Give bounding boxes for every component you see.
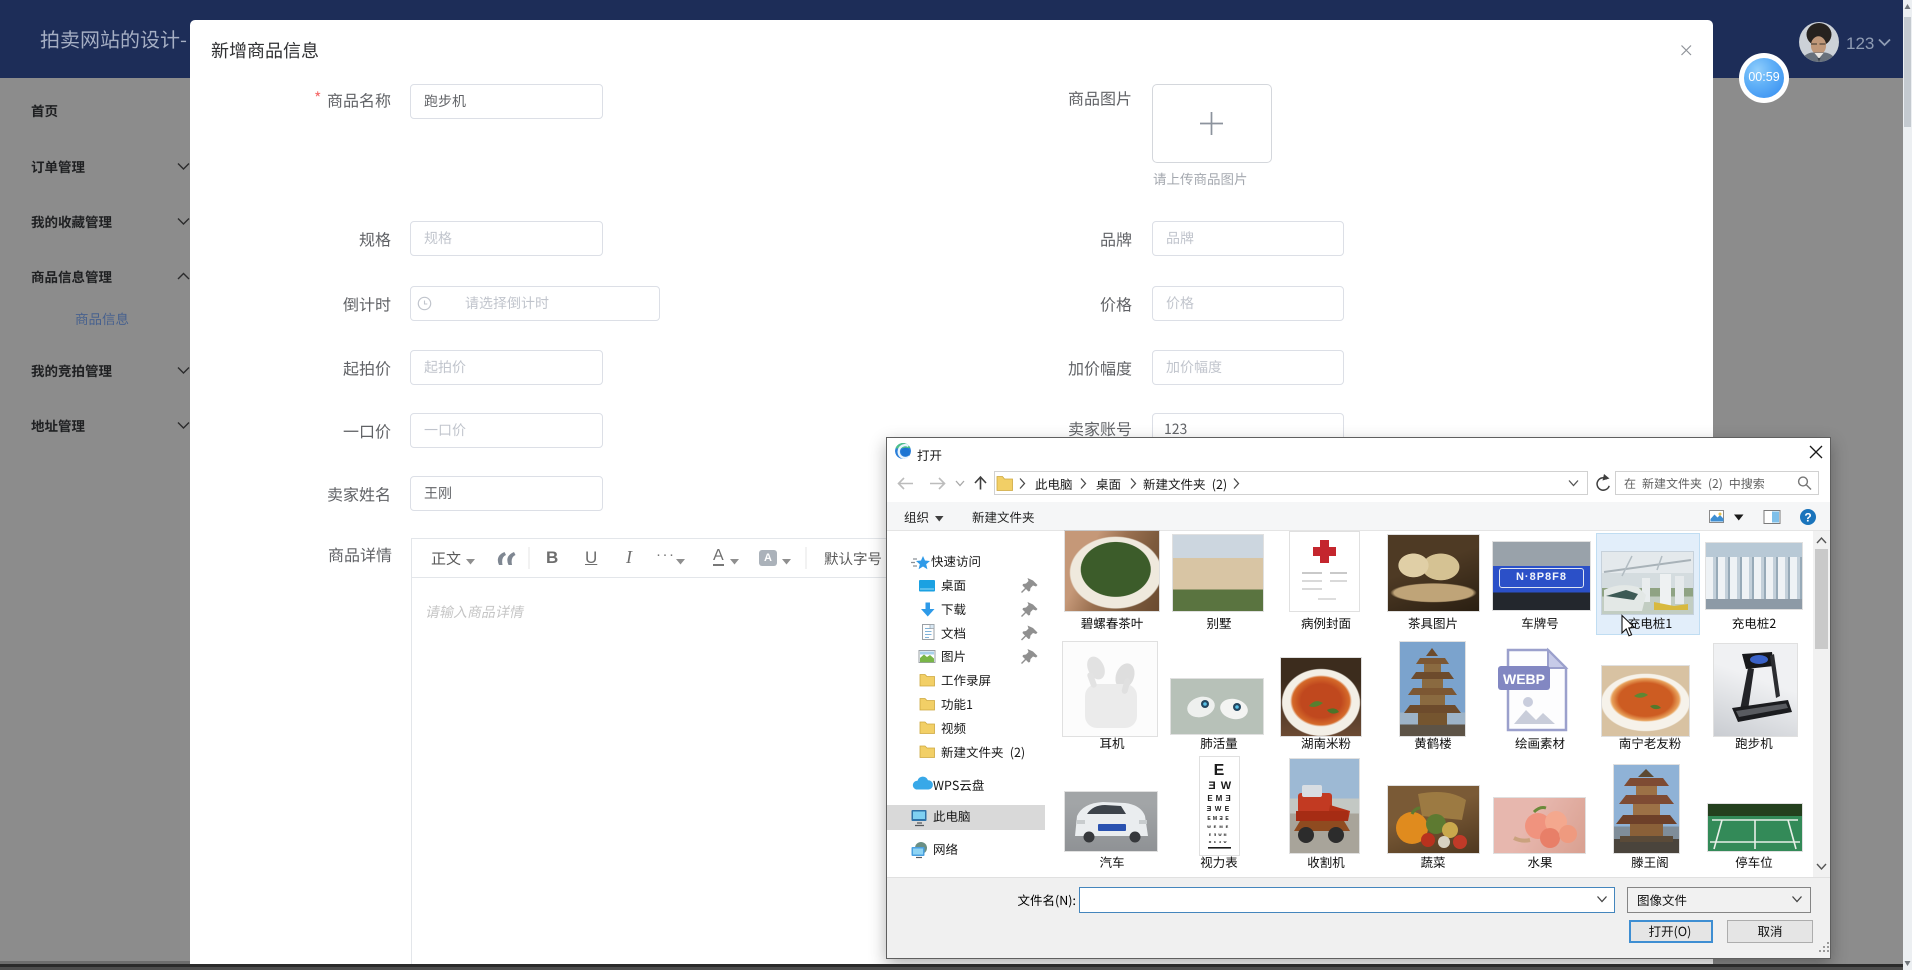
svg-text:E: E bbox=[1207, 794, 1213, 803]
svg-text:Ǝ: Ǝ bbox=[1214, 833, 1217, 837]
svg-text:M: M bbox=[1209, 840, 1212, 844]
svg-text:W: W bbox=[1221, 780, 1232, 792]
svg-text:Ǝ: Ǝ bbox=[1208, 780, 1215, 792]
svg-text:E: E bbox=[1214, 824, 1217, 829]
svg-text:WEBP: WEBP bbox=[1503, 671, 1545, 687]
svg-text:W: W bbox=[1207, 824, 1211, 829]
svg-text:M: M bbox=[1219, 824, 1223, 829]
svg-text:E: E bbox=[1209, 833, 1212, 837]
svg-text:W: W bbox=[1215, 806, 1222, 813]
svg-text:E: E bbox=[1225, 806, 1230, 813]
svg-text:Ǝ: Ǝ bbox=[1219, 840, 1221, 844]
svg-text:E: E bbox=[1207, 816, 1211, 822]
svg-text:Ǝ: Ǝ bbox=[1207, 806, 1212, 813]
svg-text:Ǝ: Ǝ bbox=[1219, 816, 1222, 822]
svg-text:E: E bbox=[1226, 824, 1229, 829]
svg-text:E: E bbox=[1225, 816, 1229, 822]
svg-text:W: W bbox=[1224, 840, 1227, 844]
svg-text:M: M bbox=[1213, 816, 1217, 822]
svg-text:E: E bbox=[1214, 840, 1216, 844]
svg-text:M: M bbox=[1216, 794, 1223, 803]
svg-text:Ǝ: Ǝ bbox=[1225, 794, 1230, 803]
svg-text:W: W bbox=[1218, 833, 1222, 837]
svg-text:E: E bbox=[1214, 762, 1225, 779]
svg-text:M: M bbox=[1224, 833, 1227, 837]
